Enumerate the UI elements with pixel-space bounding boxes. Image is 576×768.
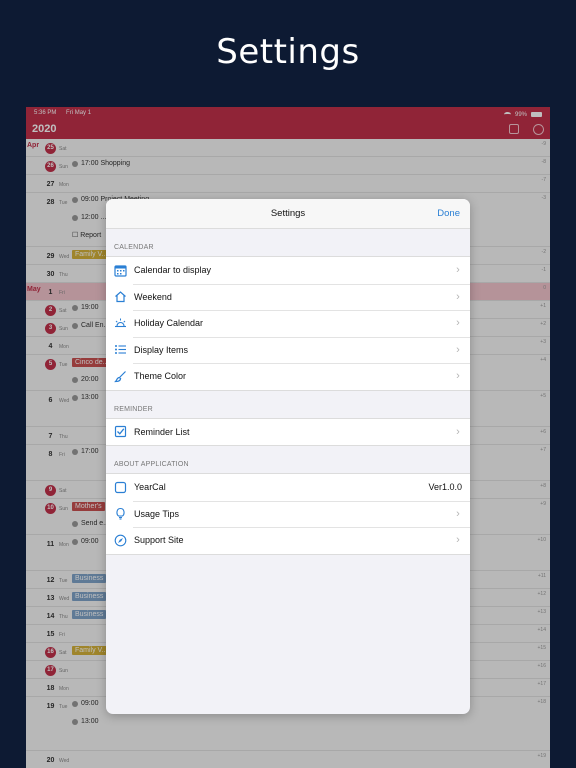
- settings-sections: CALENDAR Calendar to display › Weekend › Holi…: [106, 229, 470, 555]
- lightbulb-icon: [114, 507, 127, 520]
- sun-icon: [114, 317, 127, 330]
- modal-header: Settings Done: [106, 199, 470, 229]
- settings-row-label: Calendar to display: [134, 265, 212, 276]
- chevron-right-icon: ›: [456, 534, 460, 547]
- calendar-icon: [114, 264, 127, 277]
- chevron-right-icon: ›: [456, 290, 460, 303]
- settings-row-usage-tips[interactable]: Usage Tips ›: [106, 500, 470, 528]
- settings-row-label: Usage Tips: [134, 508, 180, 519]
- house-icon: [114, 290, 127, 303]
- done-button[interactable]: Done: [437, 208, 460, 219]
- settings-row-reminder-list[interactable]: Reminder List ›: [106, 419, 470, 446]
- hero-title: Settings: [216, 32, 360, 72]
- settings-group: Calendar to display › Weekend › Holiday Cale…: [106, 256, 470, 391]
- settings-row-label: Theme Color: [134, 371, 187, 382]
- settings-row-label: YearCal: [134, 482, 166, 493]
- settings-row-label: Holiday Calendar: [134, 318, 204, 329]
- chevron-right-icon: ›: [456, 425, 460, 438]
- checkbox-icon: [114, 425, 127, 438]
- settings-row-holiday-calendar[interactable]: Holiday Calendar ›: [106, 310, 470, 337]
- compass-icon: [114, 534, 127, 547]
- settings-group: Reminder List ›: [106, 417, 470, 446]
- settings-row-yearcal[interactable]: YearCal Ver1.0.0: [106, 474, 470, 501]
- settings-row-support-site[interactable]: Support Site ›: [106, 527, 470, 554]
- chevron-right-icon: ›: [456, 507, 460, 520]
- settings-row-label: Support Site: [134, 535, 184, 546]
- chevron-right-icon: ›: [456, 370, 460, 383]
- chevron-right-icon: ›: [456, 264, 460, 277]
- section-header: REMINDER: [114, 405, 153, 413]
- settings-row-theme-color[interactable]: Theme Color ›: [106, 363, 470, 390]
- modal-title: Settings: [270, 208, 306, 219]
- settings-modal: Settings Done CALENDAR Calendar to displa…: [106, 199, 470, 714]
- settings-group: YearCal Ver1.0.0 Usage Tips › Support Site ›: [106, 473, 470, 555]
- chevron-right-icon: ›: [456, 343, 460, 356]
- settings-row-weekend[interactable]: Weekend ›: [106, 283, 470, 311]
- chevron-right-icon: ›: [456, 317, 460, 330]
- settings-row-calendar-to-display[interactable]: Calendar to display ›: [106, 257, 470, 284]
- section-header: CALENDAR: [114, 244, 154, 251]
- settings-row-display-items[interactable]: Display Items ›: [106, 336, 470, 364]
- list-icon: [114, 343, 127, 356]
- section-header: ABOUT APPLICATION: [114, 461, 189, 468]
- paintbrush-icon: [114, 370, 127, 383]
- app-square-icon: [114, 481, 127, 494]
- settings-row-label: Display Items: [134, 344, 189, 355]
- settings-row-label: Reminder List: [134, 426, 190, 437]
- settings-row-label: Weekend: [134, 291, 172, 302]
- version-value: Ver1.0.0: [428, 482, 462, 493]
